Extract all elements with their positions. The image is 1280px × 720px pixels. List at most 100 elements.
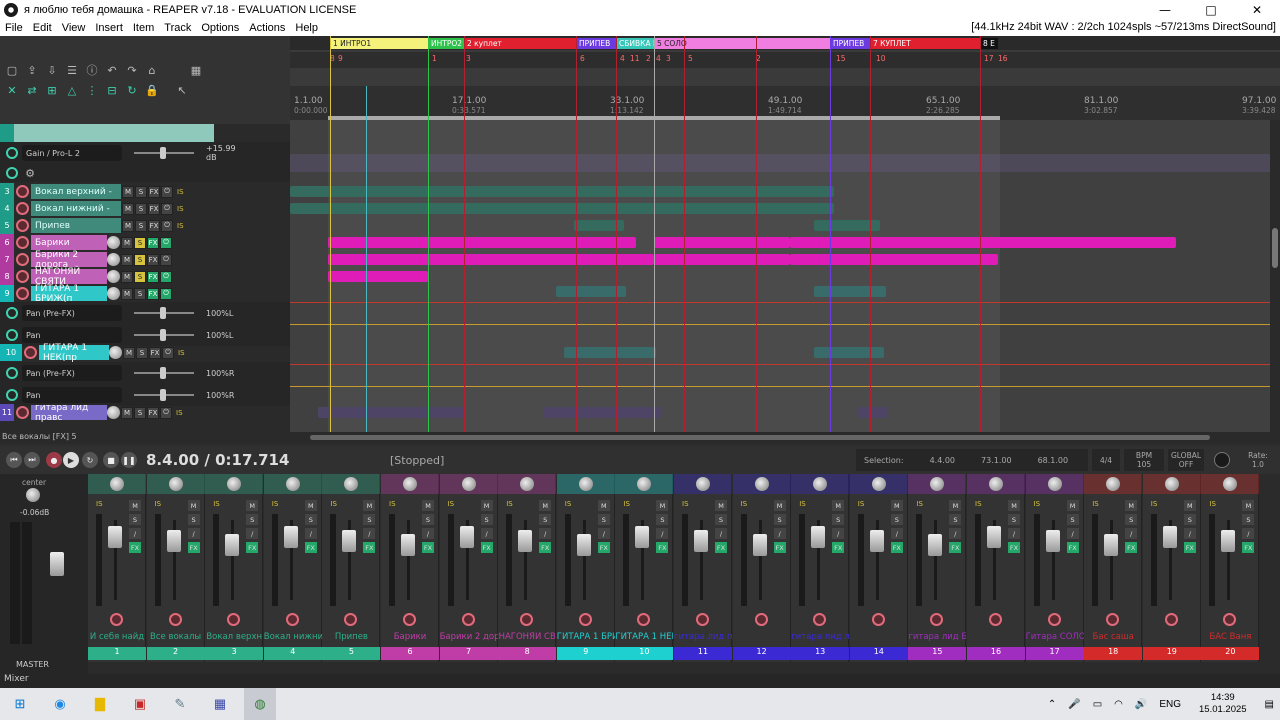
envelope-lane-pan-prefx[interactable]: Pan (Pre-FX) 100%L xyxy=(0,302,290,324)
file-explorer-icon[interactable]: ▇ xyxy=(84,688,116,720)
record-arm-button[interactable] xyxy=(403,613,416,626)
phase-button[interactable]: ⏻ xyxy=(161,219,173,232)
mixer-strip[interactable]: IS M S / FX 14 xyxy=(849,474,908,662)
calculator-icon[interactable]: ▦ xyxy=(204,688,236,720)
mute-button[interactable]: M xyxy=(656,500,669,511)
pan-knob[interactable] xyxy=(403,477,417,491)
solo-button[interactable]: S xyxy=(422,514,434,525)
mixer-strip[interactable]: IS M S / FX Вокал нижни 4 xyxy=(263,474,322,662)
metronome-icon[interactable]: ⌂ xyxy=(144,62,160,78)
mixer-strip[interactable]: IS M S / FX 19 xyxy=(1142,474,1201,662)
envelope-power-icon[interactable] xyxy=(6,307,18,319)
track-lanes[interactable] xyxy=(290,120,1270,432)
volume-fader[interactable] xyxy=(108,526,122,548)
envelope-name[interactable]: Pan (Pre-FX) xyxy=(22,365,122,381)
record-arm-button[interactable] xyxy=(285,613,299,626)
mixer-strip[interactable]: IS M S / FX НАГОНЯЙ СВ 8 xyxy=(498,474,557,662)
track-name[interactable]: ГИТАРА 1 БРИЖ(п xyxy=(31,284,107,304)
phase-button[interactable]: ⏻ xyxy=(160,287,172,300)
envelope-slider[interactable] xyxy=(134,147,194,159)
edge-browser-icon[interactable]: ◉ xyxy=(44,688,76,720)
microphone-icon[interactable]: 🎤 xyxy=(1068,699,1080,710)
io-button[interactable]: IS xyxy=(741,500,753,508)
media-item[interactable] xyxy=(544,407,662,418)
envelope-power-icon[interactable] xyxy=(6,329,18,341)
loop-icon[interactable]: ⇄ xyxy=(24,82,40,98)
strip-name[interactable]: гитара лид Б xyxy=(908,632,966,645)
fx-button[interactable]: FX xyxy=(480,542,493,553)
volume-knob[interactable] xyxy=(109,346,122,359)
marker-lane[interactable]: 8 9 1 3 6 4 11 2 4 3 5 2 15 10 17 16 xyxy=(290,52,1280,68)
menu-track[interactable]: Track xyxy=(159,22,196,34)
record-arm-button[interactable] xyxy=(871,613,885,626)
fx-button[interactable]: FX xyxy=(148,219,160,232)
mute-button[interactable]: M xyxy=(123,346,135,359)
fx-button[interactable]: FX xyxy=(715,542,727,553)
time-signature[interactable]: 4/4 xyxy=(1092,449,1120,471)
gear-icon[interactable]: ⚙ xyxy=(22,165,38,181)
track-name[interactable]: гитара лид правс xyxy=(31,403,107,423)
marker[interactable]: 17 xyxy=(982,54,996,63)
record-arm-button[interactable] xyxy=(168,613,182,626)
record-arm-button[interactable] xyxy=(227,613,241,626)
envelope-name[interactable]: Gain / Pro-L 2 xyxy=(22,145,122,161)
io-button[interactable]: IS xyxy=(682,500,694,508)
io-button[interactable]: IS xyxy=(916,500,928,508)
volume-fader[interactable] xyxy=(342,530,357,552)
solo-button[interactable]: S xyxy=(134,253,146,266)
mute-button[interactable]: M xyxy=(715,500,727,511)
volume-fader[interactable] xyxy=(401,534,415,556)
menu-file[interactable]: File xyxy=(0,22,28,34)
phase-button[interactable]: / xyxy=(597,528,610,539)
media-item[interactable] xyxy=(328,271,428,282)
track-row-4[interactable]: 4 Вокал нижний - M S FX ⏻ IS xyxy=(0,200,290,217)
mute-button[interactable]: M xyxy=(890,500,903,511)
solo-button[interactable]: S xyxy=(656,514,669,525)
record-arm-button[interactable] xyxy=(16,202,29,215)
fx-button[interactable]: FX xyxy=(304,542,317,553)
phase-button[interactable]: / xyxy=(480,528,493,539)
mixer-tab[interactable]: Mixer xyxy=(0,674,1280,688)
solo-button[interactable]: S xyxy=(597,514,610,525)
io-button[interactable]: IS xyxy=(1092,500,1104,508)
envelope-power-icon[interactable] xyxy=(6,147,18,159)
grid-lines-icon[interactable]: ⋮ xyxy=(84,82,100,98)
strip-name[interactable]: Все вокалы xyxy=(147,632,205,645)
fx-button[interactable]: FX xyxy=(129,542,141,553)
phase-button[interactable]: / xyxy=(1242,528,1255,539)
mute-button[interactable]: M xyxy=(480,500,493,511)
solo-button[interactable]: S xyxy=(304,514,317,525)
io-button[interactable]: IS xyxy=(176,409,188,417)
envelope-name[interactable]: Pan xyxy=(22,387,122,403)
envelope-lane-gain[interactable]: Gain / Pro-L 2 +15.99 dB xyxy=(0,142,290,164)
strip-name[interactable]: Барики xyxy=(381,632,439,645)
io-button[interactable]: IS xyxy=(565,500,577,508)
selection-length[interactable]: 68.1.00 xyxy=(1038,456,1069,465)
wifi-icon[interactable]: ◠ xyxy=(1114,699,1123,710)
folder-track[interactable] xyxy=(0,124,290,142)
timeline-ruler[interactable]: 1.1.00 0:00.000 17.1.00 0:33.571 33.1.00 1:… xyxy=(290,86,1280,120)
record-arm-button[interactable] xyxy=(110,613,123,626)
record-arm-button[interactable] xyxy=(813,613,827,626)
track-row-9[interactable]: 9 ГИТАРА 1 БРИЖ(п M S FX ⏻ xyxy=(0,284,290,304)
fx-button[interactable]: FX xyxy=(1183,542,1196,553)
io-button[interactable]: IS xyxy=(272,500,284,508)
pause-button[interactable]: ❚❚ xyxy=(121,452,137,468)
fx-button[interactable]: FX xyxy=(149,346,161,359)
solo-button[interactable]: S xyxy=(363,514,376,525)
open-project-icon[interactable]: ⇪ xyxy=(24,62,40,78)
solo-button[interactable]: S xyxy=(134,236,146,249)
mute-button[interactable]: M xyxy=(1125,500,1138,511)
record-arm-button[interactable] xyxy=(696,613,709,626)
strip-name[interactable]: ГИТАРА 1 НЕК xyxy=(615,632,673,645)
solo-button[interactable]: S xyxy=(134,287,146,300)
solo-button[interactable]: S xyxy=(134,270,146,283)
record-arm-button[interactable] xyxy=(16,406,29,419)
phase-button[interactable]: / xyxy=(656,528,669,539)
solo-button[interactable]: S xyxy=(480,514,493,525)
menu-item[interactable]: Item xyxy=(128,22,159,34)
io-button[interactable]: IS xyxy=(1034,500,1046,508)
marker[interactable]: 1 xyxy=(430,54,439,63)
volume-fader[interactable] xyxy=(869,530,884,552)
fx-button[interactable]: FX xyxy=(147,270,159,283)
